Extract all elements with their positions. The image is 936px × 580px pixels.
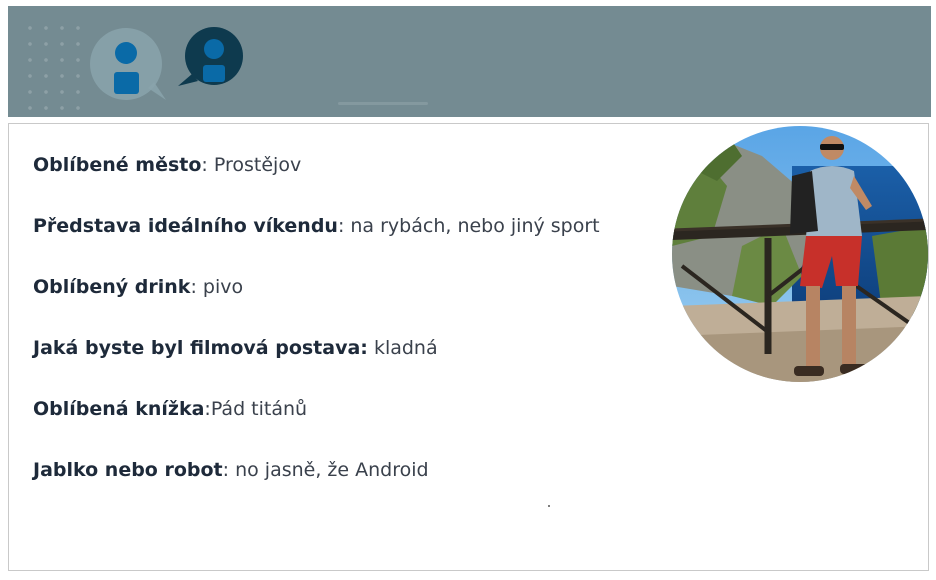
fact-value: : Prostějov xyxy=(201,154,302,176)
fact-value: kladná xyxy=(367,337,438,359)
banner-decoration-line xyxy=(338,102,428,105)
fact-favorite-city: Oblíbené město: Prostějov xyxy=(33,150,600,211)
fact-label: Oblíbený drink xyxy=(33,276,191,298)
profile-fact-list: Oblíbené město: Prostějov Představa ideá… xyxy=(33,150,600,516)
profile-photo xyxy=(672,126,928,382)
fact-label: Jablko nebo robot xyxy=(33,459,223,481)
fact-value: : pivo xyxy=(190,276,244,298)
fact-apple-or-robot: Jablko nebo robot: no jasně, že Android xyxy=(33,455,600,516)
profile-card: Oblíbené město: Prostějov Představa ideá… xyxy=(8,123,929,571)
fact-label: Jaká byste byl filmová postava: xyxy=(33,337,368,359)
fact-favorite-drink: Oblíbený drink: pivo xyxy=(33,272,600,333)
fact-movie-character: Jaká byste byl filmová postava: kladná xyxy=(33,333,600,394)
fact-value: :Pád titánů xyxy=(204,398,308,420)
header-banner xyxy=(8,6,931,117)
fact-value: : no jasně, že Android xyxy=(222,459,429,481)
banner-dot-pattern xyxy=(22,20,92,110)
person-chat-icon-dark xyxy=(176,26,248,100)
fact-favorite-book: Oblíbená knížka:Pád titánů xyxy=(33,394,600,455)
fact-label: Oblíbená knížka xyxy=(33,398,205,420)
fact-ideal-weekend: Představa ideálního víkendu: na rybách, … xyxy=(33,211,600,272)
stray-dot xyxy=(548,505,550,507)
fact-label: Oblíbené město xyxy=(33,154,202,176)
fact-value: : na rybách, nebo jiný sport xyxy=(337,215,600,237)
fact-label: Představa ideálního víkendu xyxy=(33,215,338,237)
person-chat-icon-light xyxy=(88,26,174,112)
